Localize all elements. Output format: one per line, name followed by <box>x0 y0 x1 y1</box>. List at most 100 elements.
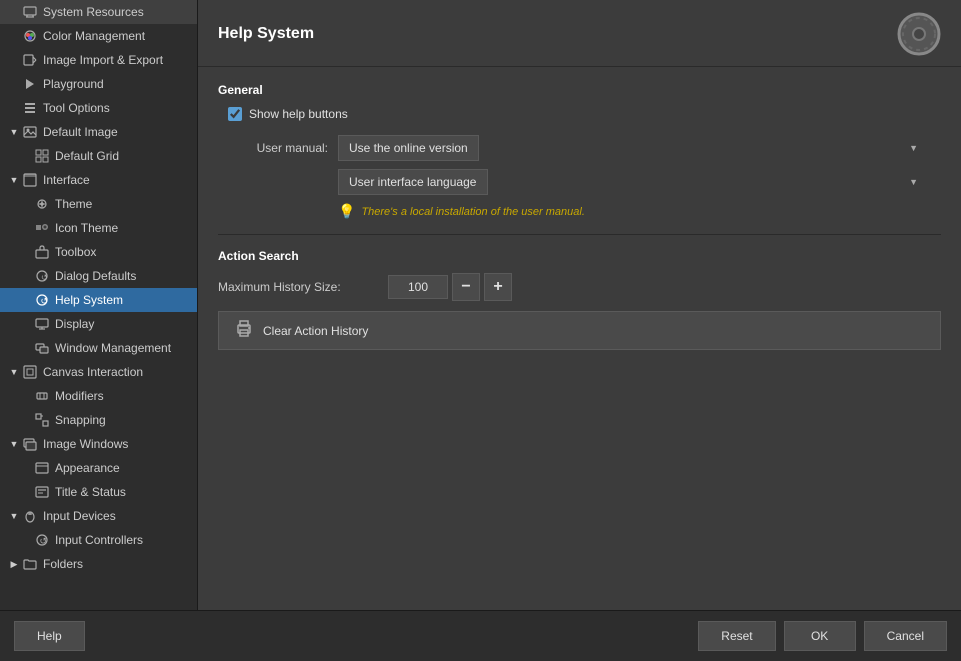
sidebar-item-appearance-label: Appearance <box>55 461 120 475</box>
interface-icon <box>22 172 38 188</box>
sidebar-item-tool-options[interactable]: Tool Options <box>0 96 197 120</box>
sidebar-item-canvas-interaction[interactable]: ▼ Canvas Interaction <box>0 360 197 384</box>
sidebar-item-input-controllers-label: Input Controllers <box>55 533 143 547</box>
sidebar-item-theme-label: Theme <box>55 197 92 211</box>
sidebar-item-default-grid-label: Default Grid <box>55 149 119 163</box>
sidebar-item-image-import-export-label: Image Import & Export <box>43 53 163 67</box>
expand-arrow-iw: ▼ <box>8 438 20 450</box>
theme-icon <box>34 196 50 212</box>
section-action-search-title: Action Search <box>218 249 941 263</box>
sidebar-item-image-windows-label: Image Windows <box>43 437 128 451</box>
sidebar-item-image-import-export[interactable]: Image Import & Export <box>0 48 197 72</box>
sidebar-item-appearance[interactable]: Appearance <box>0 456 197 480</box>
cancel-button[interactable]: Cancel <box>864 621 947 651</box>
sidebar: System Resources Color Management Image … <box>0 0 198 610</box>
page-title: Help System <box>218 25 314 43</box>
sidebar-item-playground-label: Playground <box>43 77 104 91</box>
user-manual-row: User manual: Use the online version Use … <box>218 135 941 161</box>
increase-button[interactable]: + <box>484 273 512 301</box>
sidebar-item-input-devices-label: Input Devices <box>43 509 116 523</box>
sidebar-item-playground[interactable]: Playground <box>0 72 197 96</box>
sidebar-item-help-system-label: Help System <box>55 293 123 307</box>
content-area: Help System General Show help buttons Us… <box>198 0 961 610</box>
sidebar-item-folders[interactable]: ▶ Folders <box>0 552 197 576</box>
expand-arrow-iface: ▼ <box>8 174 20 186</box>
sidebar-item-window-management[interactable]: Window Management <box>0 336 197 360</box>
sidebar-item-help-system[interactable]: ↺ Help System <box>0 288 197 312</box>
image-win-icon <box>22 436 38 452</box>
number-input-group: − + <box>388 273 512 301</box>
show-help-buttons-row: Show help buttons <box>228 107 941 121</box>
svg-text:↺: ↺ <box>41 296 49 306</box>
ok-button[interactable]: OK <box>784 621 856 651</box>
sidebar-item-folders-label: Folders <box>43 557 83 571</box>
sidebar-item-display[interactable]: Display <box>0 312 197 336</box>
expand-arrow-iie <box>8 54 20 66</box>
user-manual-dropdown-wrapper: Use the online version Use local version <box>338 135 928 161</box>
grid-icon <box>34 148 50 164</box>
language-dropdown-wrapper: User interface language English System l… <box>338 169 928 195</box>
sidebar-item-icon-theme[interactable]: Icon Theme <box>0 216 197 240</box>
content-header: Help System <box>198 0 961 67</box>
svg-text:↺: ↺ <box>41 273 48 282</box>
sidebar-item-system-resources-label: System Resources <box>43 5 144 19</box>
window-icon <box>34 340 50 356</box>
expand-arrow-id: ▼ <box>8 510 20 522</box>
sidebar-item-interface[interactable]: ▼ Interface <box>0 168 197 192</box>
sidebar-item-default-grid[interactable]: Default Grid <box>0 144 197 168</box>
image-icon <box>22 124 38 140</box>
folders-icon <box>22 556 38 572</box>
sidebar-item-theme[interactable]: Theme <box>0 192 197 216</box>
help-icon: ↺ <box>34 292 50 308</box>
display-icon <box>34 316 50 332</box>
reset-button[interactable]: Reset <box>698 621 775 651</box>
user-manual-select[interactable]: Use the online version Use local version <box>338 135 479 161</box>
sidebar-item-input-controllers[interactable]: ↺ Input Controllers <box>0 528 197 552</box>
user-manual-label: User manual: <box>218 141 328 155</box>
sidebar-item-dialog-defaults[interactable]: ↺ Dialog Defaults <box>0 264 197 288</box>
sidebar-item-input-devices[interactable]: ▼ Input Devices <box>0 504 197 528</box>
show-help-buttons-label[interactable]: Show help buttons <box>249 107 348 121</box>
expand-arrow-ci: ▼ <box>8 366 20 378</box>
printer-icon <box>235 320 253 341</box>
modifiers-icon <box>34 388 50 404</box>
appearance-icon <box>34 460 50 476</box>
input-icon <box>22 508 38 524</box>
show-help-buttons-checkbox[interactable] <box>228 107 242 121</box>
max-history-label: Maximum History Size: <box>218 280 378 294</box>
color-icon <box>22 28 38 44</box>
sidebar-item-system-resources[interactable]: System Resources <box>0 0 197 24</box>
dialog-icon: ↺ <box>34 268 50 284</box>
clear-action-history-button[interactable]: Clear Action History <box>218 311 941 350</box>
sidebar-item-modifiers[interactable]: Modifiers <box>0 384 197 408</box>
sidebar-item-modifiers-label: Modifiers <box>55 389 104 403</box>
language-select[interactable]: User interface language English System l… <box>338 169 488 195</box>
canvas-icon <box>22 364 38 380</box>
help-button[interactable]: Help <box>14 621 85 651</box>
expand-arrow <box>8 6 20 18</box>
expand-arrow-cm <box>8 30 20 42</box>
max-history-row: Maximum History Size: − + <box>218 273 941 301</box>
sidebar-item-display-label: Display <box>55 317 94 331</box>
sidebar-item-image-windows[interactable]: ▼ Image Windows <box>0 432 197 456</box>
icon-theme-icon <box>34 220 50 236</box>
import-icon <box>22 52 38 68</box>
sidebar-item-color-management[interactable]: Color Management <box>0 24 197 48</box>
language-row: User interface language English System l… <box>218 169 941 195</box>
svg-text:↺: ↺ <box>40 536 48 546</box>
content-body: General Show help buttons User manual: U… <box>198 67 961 610</box>
sidebar-item-default-image[interactable]: ▼ Default Image <box>0 120 197 144</box>
sidebar-item-title-status-label: Title & Status <box>55 485 126 499</box>
decrease-button[interactable]: − <box>452 273 480 301</box>
sidebar-item-dialog-defaults-label: Dialog Defaults <box>55 269 136 283</box>
hint-text: There's a local installation of the user… <box>361 206 584 218</box>
sidebar-item-window-management-label: Window Management <box>55 341 171 355</box>
bulb-icon: 💡 <box>338 203 355 220</box>
expand-arrow-f: ▶ <box>8 558 20 570</box>
sidebar-item-snapping[interactable]: Snapping <box>0 408 197 432</box>
max-history-input[interactable] <box>388 275 448 299</box>
sidebar-item-title-status[interactable]: Title & Status <box>0 480 197 504</box>
divider <box>218 234 941 235</box>
sidebar-item-toolbox[interactable]: Toolbox <box>0 240 197 264</box>
expand-arrow-di: ▼ <box>8 126 20 138</box>
